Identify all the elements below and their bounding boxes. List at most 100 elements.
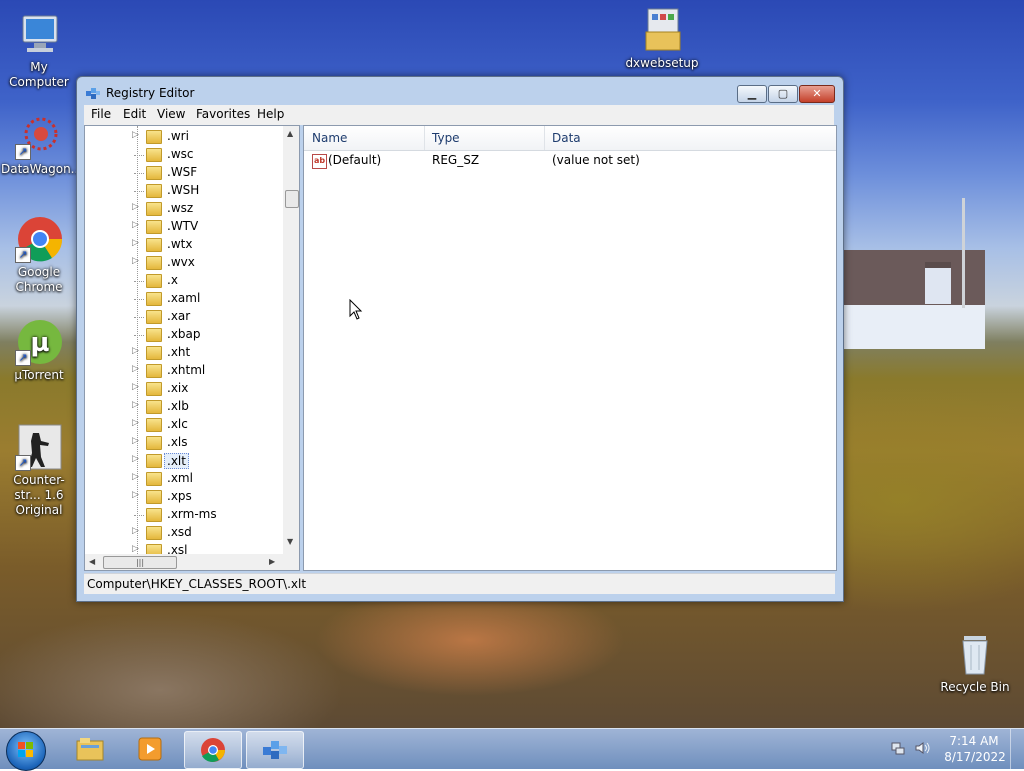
window-title: Registry Editor — [106, 86, 195, 100]
folder-icon — [146, 130, 162, 144]
tree-node-label: .xix — [167, 381, 189, 395]
column-header-data[interactable]: Data — [552, 131, 581, 145]
expand-arrow-icon[interactable]: ▷ — [132, 382, 139, 392]
tree-node-label: .WSH — [167, 183, 200, 197]
expand-arrow-icon[interactable]: ▷ — [132, 202, 139, 212]
tree-node[interactable]: ▷ .xml — [85, 470, 285, 488]
tree-node[interactable]: ▷ .wri — [85, 128, 285, 146]
tree-node[interactable]: ▷ .xht — [85, 344, 285, 362]
expand-arrow-icon[interactable]: ▷ — [132, 130, 139, 140]
folder-icon — [76, 736, 104, 762]
scroll-down-icon[interactable]: ▼ — [287, 537, 293, 546]
expand-arrow-icon[interactable]: ▷ — [132, 238, 139, 248]
status-path: Computer\HKEY_CLASSES_ROOT\.xlt — [87, 577, 307, 591]
tree-node-label: .wsc — [167, 147, 194, 161]
tree-node[interactable]: .xrm-ms — [85, 506, 285, 524]
horizontal-scroll-thumb[interactable]: ||| — [103, 556, 177, 569]
scroll-right-icon[interactable]: ▶ — [269, 557, 275, 566]
expand-arrow-icon[interactable]: ▷ — [132, 346, 139, 356]
tree-node[interactable]: .xar — [85, 308, 285, 326]
tree-node[interactable]: .wsc — [85, 146, 285, 164]
expand-arrow-icon[interactable]: ▷ — [132, 526, 139, 536]
tree-node[interactable]: ▷ .xhtml — [85, 362, 285, 380]
tree-node[interactable]: ▷ .xlb — [85, 398, 285, 416]
tree-node[interactable]: ▷ .xix — [85, 380, 285, 398]
shortcut-arrow-icon: ↗ — [15, 144, 31, 160]
taskbar-media-player[interactable] — [122, 731, 178, 767]
desktop-icon-recycle-bin[interactable]: Recycle Bin — [937, 630, 1013, 695]
tree-node[interactable]: ▷ .wsz — [85, 200, 285, 218]
column-header-name[interactable]: Name — [312, 131, 347, 145]
tree-connector — [134, 515, 144, 516]
chrome-icon: ↗ — [15, 215, 63, 263]
menu-view[interactable]: View — [157, 107, 185, 121]
tree-node[interactable]: .WSH — [85, 182, 285, 200]
folder-icon — [146, 328, 162, 342]
vertical-scroll-thumb[interactable] — [285, 190, 299, 208]
desktop-icon-dxwebsetup[interactable]: dxwebsetup — [624, 6, 700, 71]
desktop-icon-label: μTorrent — [14, 368, 64, 382]
desktop-icon-datawagon[interactable]: ↗ DataWagon... — [1, 112, 82, 177]
tree-node-label: .wvx — [167, 255, 195, 269]
desktop-icon-counter-strike[interactable]: ↗ Counter-str... 1.6 Original — [1, 423, 77, 518]
column-divider[interactable] — [544, 126, 545, 150]
registry-tree[interactable]: ▷ .wri .wsc .WSF .WSH ▷ .wsz ▷ .WTV ▷ .wtx ▷ .wvx .x.… — [84, 125, 300, 571]
column-header-type[interactable]: Type — [432, 131, 460, 145]
menu-edit[interactable]: Edit — [123, 107, 146, 121]
clock-date[interactable]: 8/17/2022 — [940, 750, 1010, 764]
expand-arrow-icon[interactable]: ▷ — [132, 256, 139, 266]
tree-node[interactable]: .xbap — [85, 326, 285, 344]
title-bar[interactable]: Registry Editor ▁ ▢ ✕ — [77, 77, 843, 105]
system-tray: 7:14 AM 8/17/2022 — [885, 729, 1024, 769]
expand-arrow-icon[interactable]: ▷ — [132, 220, 139, 230]
expand-arrow-icon[interactable]: ▷ — [132, 400, 139, 410]
string-value-icon: ab — [312, 154, 327, 169]
registry-editor-window[interactable]: Registry Editor ▁ ▢ ✕ File Edit View Fav… — [76, 76, 844, 602]
start-button[interactable] — [6, 731, 46, 771]
tree-node[interactable]: ▷ .xsd — [85, 524, 285, 542]
expand-arrow-icon[interactable]: ▷ — [132, 364, 139, 374]
menu-favorites[interactable]: Favorites — [196, 107, 250, 121]
tree-node-label: .xml — [167, 471, 193, 485]
shortcut-arrow-icon: ↗ — [15, 247, 31, 263]
expand-arrow-icon[interactable]: ▷ — [132, 418, 139, 428]
menu-help[interactable]: Help — [257, 107, 284, 121]
menu-file[interactable]: File — [91, 107, 111, 121]
tree-node[interactable]: ▷ .wvx — [85, 254, 285, 272]
close-button[interactable]: ✕ — [799, 85, 835, 103]
regedit-icon — [85, 85, 101, 101]
clock-time[interactable]: 7:14 AM — [944, 734, 1004, 748]
expand-arrow-icon[interactable]: ▷ — [132, 436, 139, 446]
network-icon[interactable] — [891, 741, 905, 755]
tree-node[interactable]: ▷ .xlt — [85, 452, 285, 470]
values-list[interactable]: Name Type Data ab (Default) REG_SZ (valu… — [303, 125, 837, 571]
volume-icon[interactable] — [915, 741, 931, 755]
tree-node[interactable]: ▷ .xls — [85, 434, 285, 452]
tree-node[interactable]: ▷ .wtx — [85, 236, 285, 254]
scroll-left-icon[interactable]: ◀ — [89, 557, 95, 566]
show-desktop-button[interactable] — [1010, 729, 1024, 769]
desktop-icon-my-computer[interactable]: My Computer — [1, 10, 77, 90]
tree-node-label: .WTV — [167, 219, 199, 233]
tree-node[interactable]: ▷ .WTV — [85, 218, 285, 236]
taskbar-registry-editor[interactable] — [246, 731, 304, 769]
tree-node-label: .xlc — [167, 417, 188, 431]
expand-arrow-icon[interactable]: ▷ — [132, 490, 139, 500]
minimize-button[interactable]: ▁ — [737, 85, 767, 103]
expand-arrow-icon[interactable]: ▷ — [132, 454, 139, 464]
tree-node[interactable]: .x — [85, 272, 285, 290]
scroll-up-icon[interactable]: ▲ — [287, 129, 293, 138]
taskbar-file-explorer[interactable] — [62, 731, 118, 767]
expand-arrow-icon[interactable]: ▷ — [132, 472, 139, 482]
tree-node[interactable]: .WSF — [85, 164, 285, 182]
desktop-icon-google-chrome[interactable]: ↗ Google Chrome — [1, 215, 77, 295]
tree-node-label: .xls — [167, 435, 188, 449]
column-divider[interactable] — [424, 126, 425, 150]
tree-node[interactable]: .xaml — [85, 290, 285, 308]
desktop-icon-utorrent[interactable]: µ ↗ μTorrent — [1, 318, 77, 383]
taskbar-chrome[interactable] — [184, 731, 242, 769]
maximize-button[interactable]: ▢ — [768, 85, 798, 103]
tree-node[interactable]: ▷ .xps — [85, 488, 285, 506]
tree-node[interactable]: ▷ .xlc — [85, 416, 285, 434]
expand-arrow-icon[interactable]: ▷ — [132, 544, 139, 554]
